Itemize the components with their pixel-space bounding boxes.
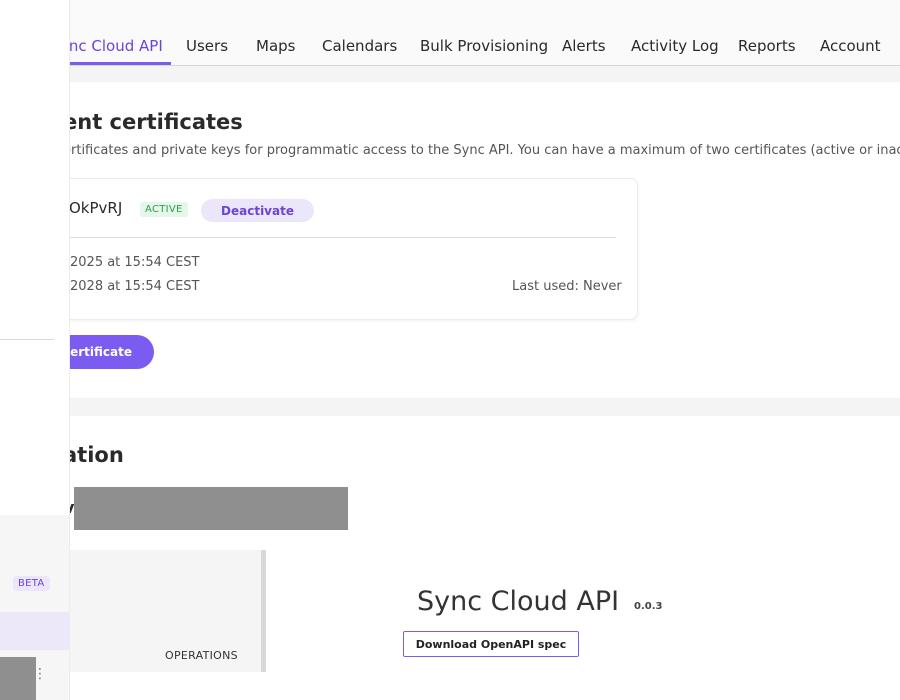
tab-account[interactable]: Account — [820, 37, 881, 55]
tab-activity-log[interactable]: Activity Log — [631, 37, 719, 55]
tab-reports[interactable]: Reports — [738, 37, 796, 55]
redacted-block — [74, 487, 348, 530]
top-navigation: ync Cloud API Users Maps Calendars Bulk … — [60, 0, 900, 66]
tab-calendars[interactable]: Calendars — [322, 37, 397, 55]
download-openapi-button[interactable]: Download OpenAPI spec — [403, 631, 579, 657]
certificates-description: ertificates and private keys for program… — [63, 143, 900, 158]
tab-maps[interactable]: Maps — [256, 37, 295, 55]
sidebar: BETA ⋮ — [0, 0, 70, 700]
deactivate-button[interactable]: Deactivate — [201, 199, 314, 222]
certificate-divider — [70, 237, 616, 238]
status-badge: ACTIVE — [140, 202, 188, 217]
active-tab-indicator — [70, 62, 171, 65]
api-title: Sync Cloud API — [417, 586, 620, 617]
certificate-created: 2025 at 15:54 CEST — [70, 255, 200, 270]
certificate-id: OkPvRJ — [69, 199, 123, 217]
certificate-expires: 2028 at 15:54 CEST — [70, 279, 200, 294]
more-options-icon[interactable]: ⋮ — [33, 666, 47, 682]
certificate-last-used: Last used: Never — [512, 279, 622, 294]
sidebar-selected-item[interactable] — [0, 612, 69, 650]
sidebar-divider — [0, 339, 54, 340]
api-version: 0.0.3 — [634, 601, 663, 612]
tab-users[interactable]: Users — [186, 37, 228, 55]
tab-bulk-provisioning[interactable]: Bulk Provisioning — [420, 37, 548, 55]
certificates-title: ent certificates — [63, 110, 243, 134]
redacted-avatar — [0, 657, 36, 700]
certificate-item — [40, 178, 638, 320]
beta-badge: BETA — [13, 576, 50, 591]
tab-sync-cloud-api[interactable]: ync Cloud API — [60, 37, 163, 55]
tab-alerts[interactable]: Alerts — [562, 37, 606, 55]
documentation-title: ation — [63, 443, 124, 467]
operations-label: OPERATIONS — [165, 649, 238, 662]
